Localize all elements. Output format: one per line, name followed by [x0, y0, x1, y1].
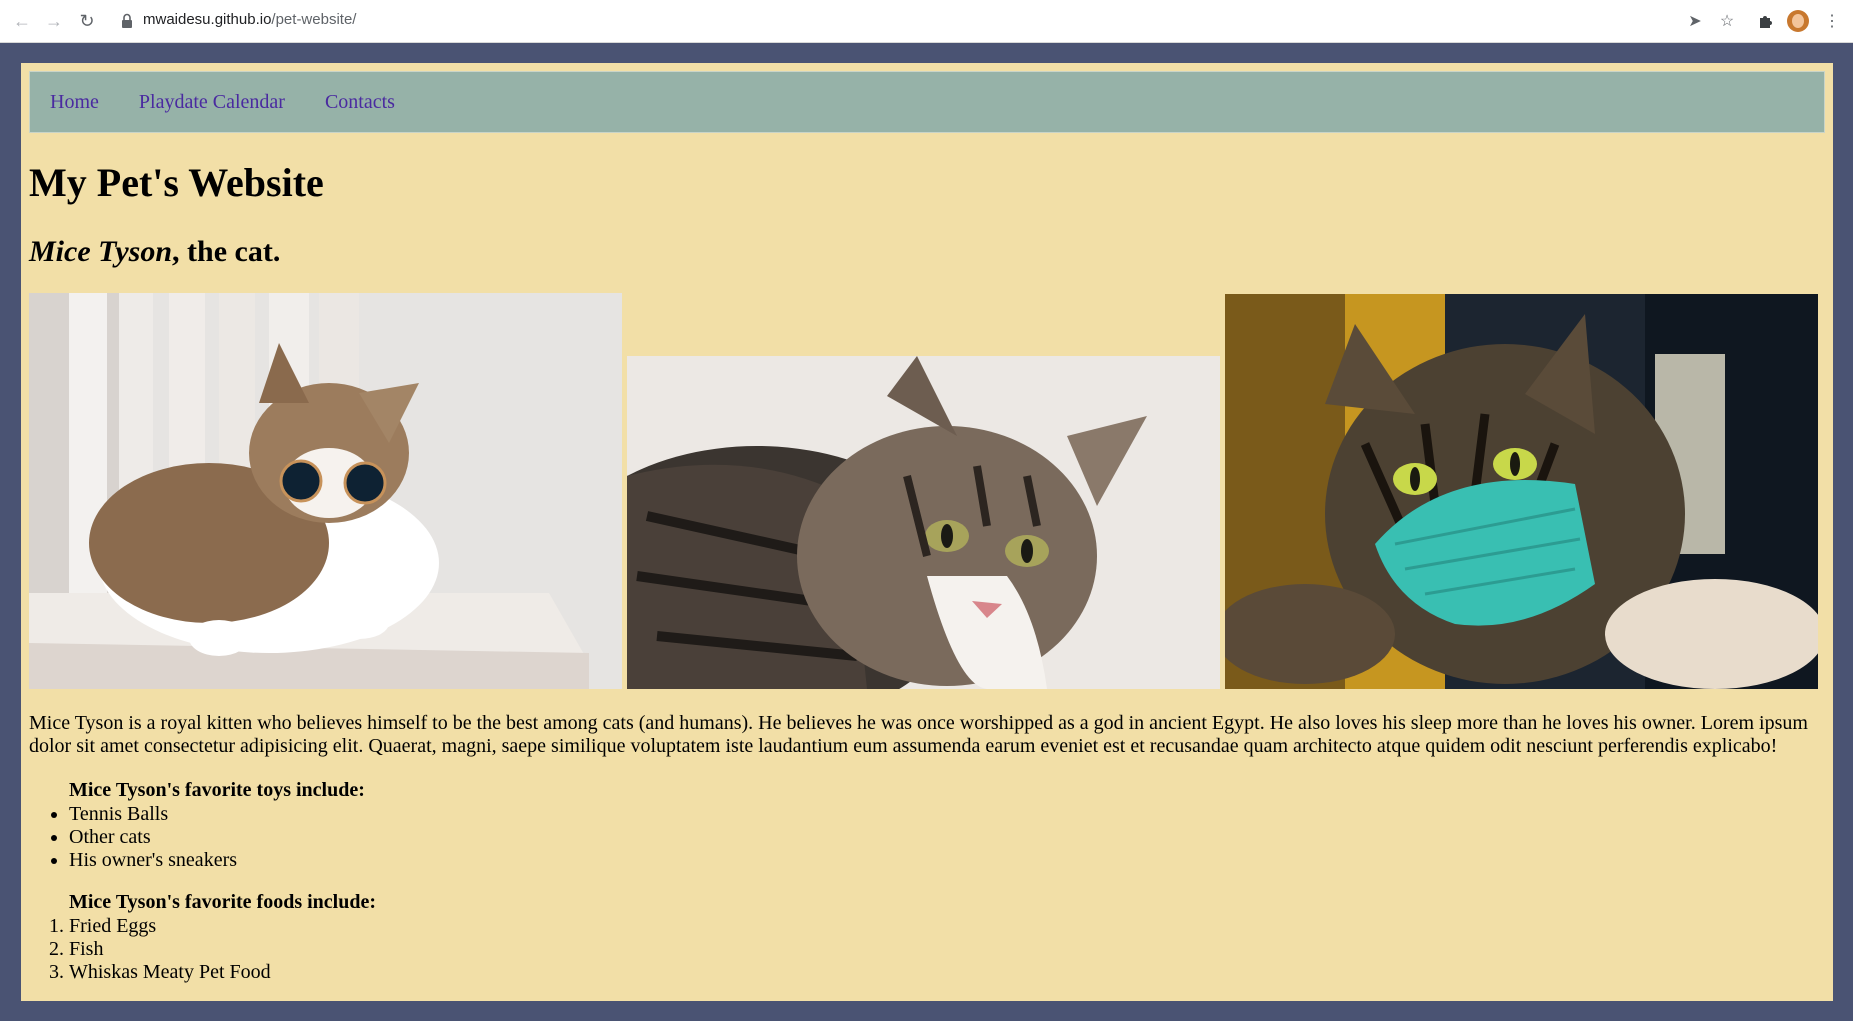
puzzle-extension-icon[interactable] — [1754, 9, 1778, 33]
list-item: Fried Eggs — [69, 915, 271, 938]
list-item: Other cats — [69, 826, 237, 849]
list-item: His owner's sneakers — [69, 849, 237, 872]
page-title: My Pet's Website — [29, 160, 324, 205]
navbar: Home Playdate Calendar Contacts — [29, 71, 1825, 133]
back-arrow-icon[interactable]: ← — [10, 9, 34, 33]
nav-link-home[interactable]: Home — [50, 91, 99, 114]
page-subtitle: Mice Tyson, the cat. — [29, 235, 280, 269]
lock-icon — [122, 13, 132, 28]
pet-description: Mice Tyson is a royal kitten who believe… — [29, 712, 1808, 757]
list-item: Whiskas Meaty Pet Food — [69, 961, 271, 984]
pet-name: Mice Tyson — [29, 235, 173, 268]
cat-sunglasses-photo — [29, 293, 622, 689]
toys-list-title: Mice Tyson's favorite toys include: — [69, 779, 365, 801]
forward-arrow-icon[interactable]: → — [42, 9, 66, 33]
page-container: Home Playdate Calendar Contacts My Pet's… — [21, 63, 1833, 1001]
nav-link-playdate-calendar[interactable]: Playdate Calendar — [139, 91, 285, 114]
address-bar[interactable]: mwaidesu.github.io/pet-website/ — [143, 11, 356, 28]
browser-toolbar: ← → ↻ mwaidesu.github.io/pet-website/ ➤ … — [0, 0, 1853, 43]
list-item: Tennis Balls — [69, 803, 237, 826]
url-path: /pet-website/ — [271, 11, 357, 28]
menu-dots-icon[interactable]: ⋮ — [1820, 9, 1844, 33]
cat-face-mask-photo — [1225, 294, 1818, 689]
list-item: Fish — [69, 938, 271, 961]
subtitle-suffix: , the cat. — [172, 235, 281, 268]
toys-list: Tennis Balls Other cats His owner's snea… — [29, 803, 237, 872]
tabby-cat-lying-photo — [627, 356, 1220, 689]
foods-list-title: Mice Tyson's favorite foods include: — [69, 891, 377, 913]
reload-icon[interactable]: ↻ — [75, 9, 99, 33]
foods-list: Fried Eggs Fish Whiskas Meaty Pet Food — [29, 915, 271, 984]
star-icon[interactable]: ☆ — [1715, 9, 1739, 33]
url-host: mwaidesu.github.io — [143, 11, 272, 28]
nav-link-contacts[interactable]: Contacts — [325, 91, 395, 114]
profile-avatar[interactable] — [1787, 10, 1809, 32]
send-icon[interactable]: ➤ — [1683, 9, 1707, 33]
